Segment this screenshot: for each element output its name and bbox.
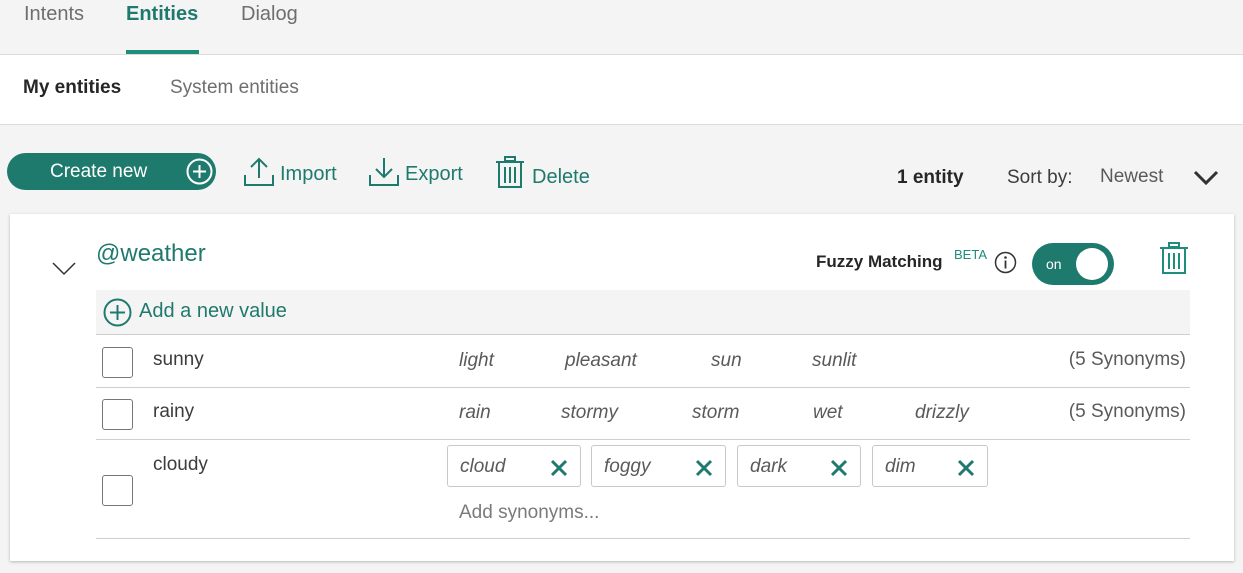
synonym-chip-label: cloud <box>460 456 506 477</box>
fuzzy-matching-label: Fuzzy Matching <box>816 252 943 271</box>
active-tab-indicator <box>126 50 199 54</box>
synonym: stormy <box>561 402 618 423</box>
import-label: Import <box>280 163 337 185</box>
add-circle-icon <box>186 158 213 185</box>
top-tab-bar: Intents Entities Dialog <box>0 0 1243 55</box>
add-synonyms-input[interactable] <box>459 502 759 524</box>
entity-count: 1 entity <box>897 167 964 188</box>
import-button[interactable]: Import <box>242 156 342 190</box>
add-circle-icon <box>103 298 132 327</box>
sub-tab-bar: My entities System entities <box>0 55 1243 125</box>
chevron-down-icon[interactable] <box>1192 166 1220 188</box>
download-icon <box>369 158 399 186</box>
synonym: pleasant <box>565 350 637 371</box>
create-new-label: Create new <box>50 161 148 182</box>
beta-badge: BETA <box>954 247 987 262</box>
add-value-label: Add a new value <box>139 300 287 322</box>
synonym-count: (5 Synonyms) <box>1068 349 1186 370</box>
toggle-knob <box>1076 248 1108 280</box>
value-name: sunny <box>153 349 204 370</box>
synonym-chip: dark <box>737 445 861 487</box>
value-row-cloudy[interactable]: cloudy cloud foggy dark dim <box>96 440 1190 539</box>
synonym-chip: foggy <box>591 445 726 487</box>
synonym-chip-label: foggy <box>604 456 651 477</box>
synonym: light <box>459 350 494 371</box>
value-checkbox[interactable] <box>102 475 133 506</box>
synonym: drizzly <box>915 402 969 423</box>
synonym: sun <box>711 350 742 371</box>
value-checkbox[interactable] <box>102 347 133 378</box>
create-new-button[interactable]: Create new <box>7 153 216 190</box>
delete-button[interactable]: Delete <box>494 156 592 190</box>
info-icon[interactable] <box>994 251 1017 274</box>
remove-synonym-icon[interactable] <box>956 458 976 478</box>
synonym-chip: cloud <box>447 445 581 487</box>
tab-entities[interactable]: Entities <box>126 3 198 26</box>
value-row-rainy[interactable]: rainy rain stormy storm wet drizzly (5 S… <box>96 388 1190 440</box>
synonym-chip-label: dim <box>885 456 916 477</box>
tab-dialog[interactable]: Dialog <box>241 3 298 26</box>
tab-system-entities[interactable]: System entities <box>170 77 299 99</box>
tab-my-entities[interactable]: My entities <box>23 77 121 99</box>
synonym-chip-label: dark <box>750 456 787 477</box>
tab-intents[interactable]: Intents <box>24 3 84 26</box>
sort-label: Sort by: <box>1007 167 1073 188</box>
trash-icon <box>496 156 524 188</box>
add-value-button[interactable]: Add a new value <box>96 290 1190 335</box>
synonym: rain <box>459 402 491 423</box>
value-row-sunny[interactable]: sunny light pleasant sun sunlit (5 Synon… <box>96 336 1190 388</box>
export-button[interactable]: Export <box>367 156 469 190</box>
value-name[interactable]: cloudy <box>153 454 208 476</box>
delete-label: Delete <box>532 166 590 188</box>
synonym: wet <box>813 402 843 423</box>
synonym: storm <box>692 402 740 423</box>
entity-name[interactable]: @weather <box>96 240 206 268</box>
upload-icon <box>244 157 274 186</box>
value-name: rainy <box>153 401 195 422</box>
value-checkbox[interactable] <box>102 399 133 430</box>
fuzzy-matching-toggle[interactable]: on <box>1032 243 1114 285</box>
remove-synonym-icon[interactable] <box>694 458 714 478</box>
remove-synonym-icon[interactable] <box>829 458 849 478</box>
sort-select-value[interactable]: Newest <box>1100 166 1163 188</box>
toggle-state-label: on <box>1046 256 1062 272</box>
remove-synonym-icon[interactable] <box>549 458 569 478</box>
synonym-count: (5 Synonyms) <box>1068 401 1186 422</box>
synonym-chip: dim <box>872 445 988 487</box>
export-label: Export <box>405 163 463 185</box>
synonym: sunlit <box>812 350 857 371</box>
collapse-chevron-icon[interactable] <box>50 258 78 278</box>
delete-entity-trash-icon[interactable] <box>1158 242 1190 276</box>
